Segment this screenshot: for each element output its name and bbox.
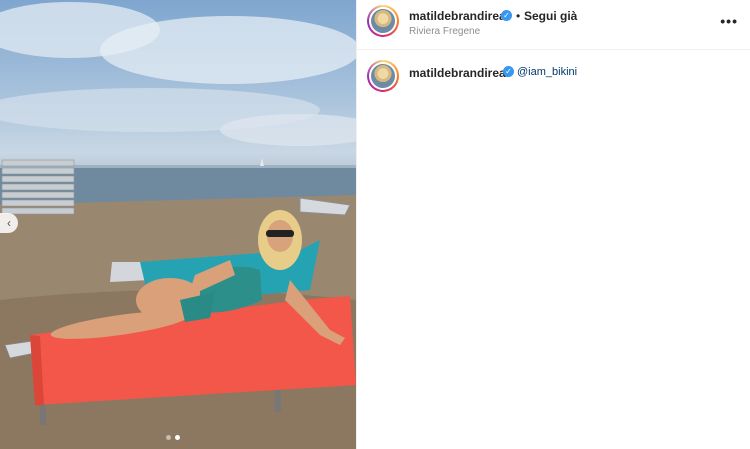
location-link[interactable]: Riviera Fregene — [409, 26, 480, 37]
post-header: matildebrandireal ✓ • Segui già Riviera … — [357, 0, 750, 50]
chevron-left-icon: ‹ — [7, 216, 11, 230]
beach-photo-illustration — [0, 2, 356, 449]
caption-avatar[interactable] — [367, 60, 399, 92]
caption-username-link[interactable]: matildebrandireal — [409, 66, 509, 80]
post-photo[interactable]: ‹ — [0, 0, 356, 449]
carousel-dots — [166, 435, 180, 440]
follow-status-button[interactable]: Segui già — [524, 9, 577, 23]
verified-badge-icon: ✓ — [501, 10, 512, 21]
avatar[interactable] — [367, 5, 399, 37]
carousel-dot-active — [175, 435, 180, 440]
carousel-dot — [166, 435, 171, 440]
caption-mention-link[interactable]: @iam_bikini — [517, 66, 577, 78]
post-sidebar: matildebrandireal ✓ • Segui già Riviera … — [356, 0, 750, 449]
verified-badge-icon: ✓ — [503, 66, 514, 77]
more-horizontal-icon[interactable]: ••• — [720, 13, 738, 29]
post-caption — [357, 50, 750, 110]
separator-dot: • — [516, 9, 521, 23]
username-link[interactable]: matildebrandireal — [409, 9, 509, 23]
